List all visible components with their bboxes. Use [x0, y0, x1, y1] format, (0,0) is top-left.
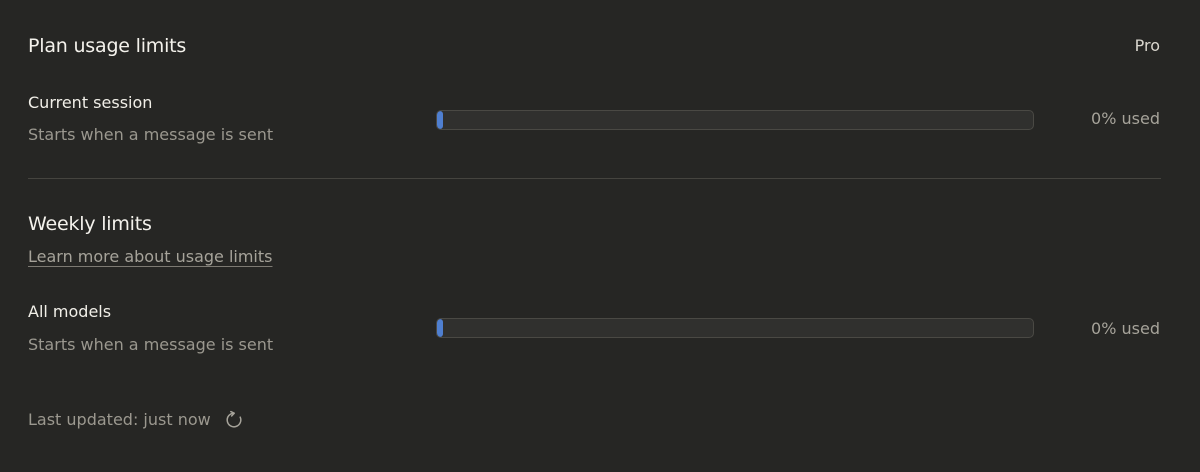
all-models-subtitle: Starts when a message is sent — [28, 335, 274, 354]
learn-more-link[interactable]: Learn more about usage limits — [28, 247, 272, 267]
usage-limits-panel: Plan usage limits Pro Current session St… — [0, 0, 1200, 472]
plan-badge: Pro — [1134, 36, 1160, 55]
refresh-button[interactable] — [224, 410, 244, 430]
current-session-usage-text: 0% used — [1091, 109, 1160, 128]
current-session-progress-fill — [437, 111, 443, 129]
all-models-usage-text: 0% used — [1091, 319, 1160, 338]
all-models-progress-fill — [437, 319, 443, 337]
all-models-label: All models — [28, 302, 112, 321]
current-session-subtitle: Starts when a message is sent — [28, 125, 274, 144]
section-divider — [28, 178, 1161, 179]
plan-usage-title: Plan usage limits — [28, 35, 187, 57]
current-session-label: Current session — [28, 93, 153, 112]
all-models-progress-bar — [436, 318, 1034, 338]
weekly-limits-title: Weekly limits — [28, 213, 152, 235]
refresh-icon — [226, 410, 242, 428]
current-session-progress-bar — [436, 110, 1034, 130]
last-updated-text: Last updated: just now — [28, 410, 211, 429]
